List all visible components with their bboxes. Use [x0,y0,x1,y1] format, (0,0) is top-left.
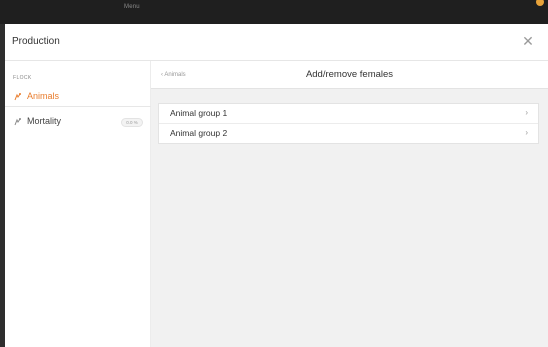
sidebar: FLOCK Animals Mortality 0.0 % [5,61,151,347]
chevron-right-icon: › [525,108,528,117]
sidebar-item-mortality[interactable]: Mortality 0.0 % [5,112,151,132]
list-item[interactable]: Animal group 1 › [159,104,538,124]
animal-icon [14,93,21,101]
main-content: ‹ Animals Add/remove females Animal grou… [151,61,548,347]
list-item-label: Animal group 2 [170,128,228,138]
app-top-bar: Menu [0,0,548,24]
window-title: Menu [124,4,140,10]
content-header: ‹ Animals Add/remove females [151,61,548,89]
sidebar-item-label: Animals [27,91,60,101]
mortality-icon [14,118,21,126]
sidebar-item-animals[interactable]: Animals [5,87,151,107]
animal-group-list: Animal group 1 › Animal group 2 › [158,103,539,144]
close-button[interactable]: ✕ [520,33,536,49]
notification-dot-icon[interactable] [536,0,544,6]
page-title: Add/remove females [305,69,394,80]
mortality-badge: 0.0 % [121,118,143,127]
modal-header: Production ✕ [5,24,548,61]
list-item-label: Animal group 1 [170,108,228,118]
list-item[interactable]: Animal group 2 › [159,124,538,143]
sidebar-section-label: FLOCK [13,75,32,81]
sidebar-item-label: Mortality [27,116,62,126]
modal-title: Production [12,36,60,47]
chevron-right-icon: › [525,128,528,137]
production-modal: Production ✕ FLOCK Animals Mortality 0.0… [5,24,548,347]
